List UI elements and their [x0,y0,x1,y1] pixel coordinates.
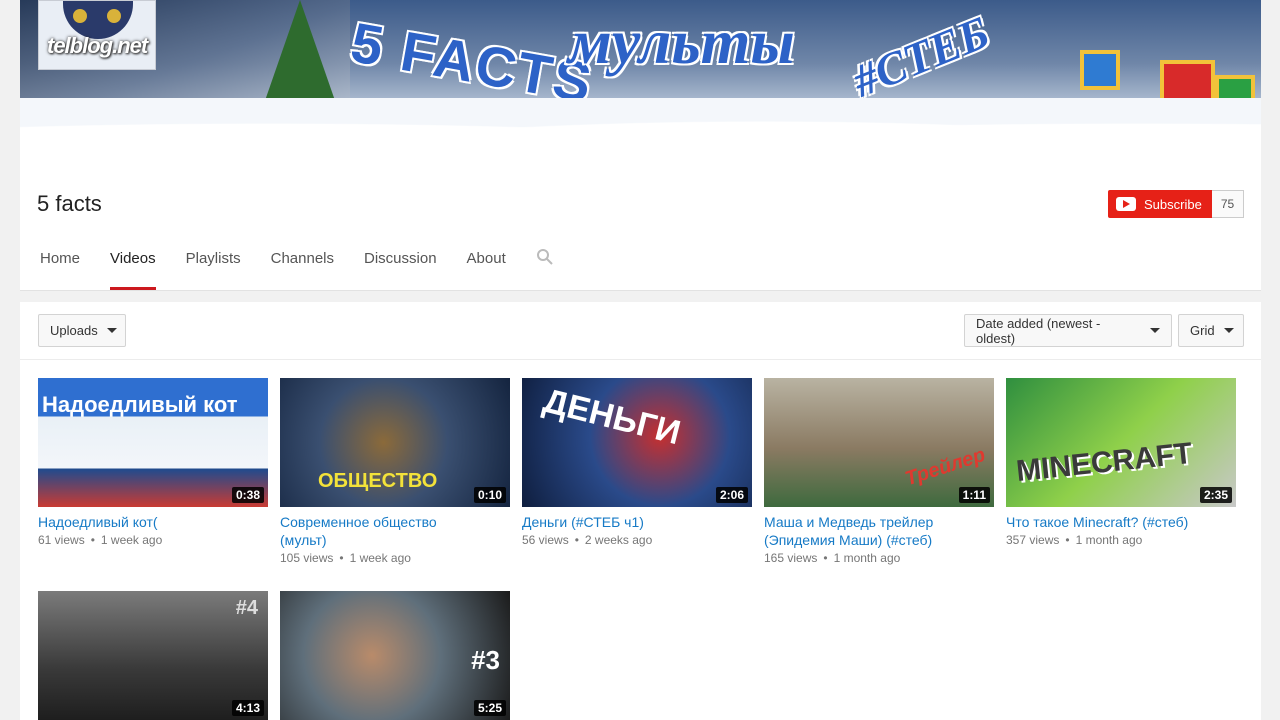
video-item[interactable]: #4 4:13 [38,591,268,720]
video-title[interactable]: Надоедливый кот( [38,513,268,531]
video-duration: 4:13 [231,700,264,716]
tab-about[interactable]: About [467,246,506,290]
video-title[interactable]: Деньги (#СТЕБ ч1) [522,513,752,531]
video-item[interactable]: Трейлер 1:11 Маша и Медведь трейлер (Эпид… [764,378,994,565]
banner-word-multy: мульты [568,6,795,77]
video-item[interactable]: Надоедливый кот 0:38 Надоедливый кот( 61… [38,378,268,547]
banner-word-steb: #СТЕБ [845,6,997,107]
thumbnail-caption: MINECRAFT [1014,436,1194,489]
video-duration: 5:25 [473,700,506,716]
thumbnail-caption: Надоедливый кот [42,392,238,417]
video-item[interactable]: ДЕНЬГИ 2:06 Деньги (#СТЕБ ч1) 56 views • 2… [522,378,752,547]
thumbnail-caption: ДЕНЬГИ [539,381,685,453]
video-meta: 56 views • 2 weeks ago [522,533,653,547]
video-item[interactable]: MINECRAFT 2:35 Что такое Minecraft? (#ст… [1006,378,1236,547]
tab-discussion[interactable]: Discussion [364,246,437,290]
video-meta: 61 views • 1 week ago [38,533,163,547]
video-title[interactable]: Маша и Медведь трейлер (Эпидемия Маши) (#… [764,513,994,549]
video-thumbnail[interactable]: Надоедливый кот 0:38 [38,378,268,507]
video-thumbnail[interactable]: Трейлер 1:11 [764,378,994,507]
video-thumbnail[interactable]: #3 5:25 [280,591,510,720]
subscribe-widget: Subscribe 75 [1108,190,1245,218]
gift-icon [1080,50,1120,90]
channel-tabs: Home Videos Playlists Channels Discussio… [20,246,564,290]
video-duration: 0:38 [231,487,264,503]
caret-down-icon [1150,328,1160,333]
channel-header: 5 facts Subscribe 75 Home Videos Playlis… [20,158,1261,291]
channel-title[interactable]: 5 facts [37,191,102,217]
caret-down-icon [106,328,117,333]
thumbnail-caption: #4 [235,597,258,619]
video-duration: 0:10 [473,487,506,503]
video-item[interactable]: #3 5:25 [280,591,510,720]
subscribe-button[interactable]: Subscribe [1108,190,1212,218]
view-label: Grid [1190,323,1215,338]
video-thumbnail[interactable]: #4 4:13 [38,591,268,720]
video-meta: 357 views • 1 month ago [1006,533,1143,547]
videos-toolbar: Uploads Date added (newest - oldest) Gri… [20,302,1261,360]
video-title[interactable]: Что такое Minecraft? (#стеб) [1006,513,1236,531]
tab-videos[interactable]: Videos [110,246,156,290]
search-icon[interactable] [536,246,554,290]
channel-banner: 5 FACTS мульты #СТЕБ telblog.net [20,0,1261,158]
view-dropdown[interactable]: Grid [1178,314,1244,347]
video-thumbnail[interactable]: ОБЩЕСТВО 0:10 [280,378,510,507]
tab-channels[interactable]: Channels [271,246,334,290]
video-duration: 1:11 [958,487,990,503]
video-meta: 105 views • 1 week ago [280,551,411,565]
video-title[interactable]: Современное общество (мульт) [280,513,510,549]
thumbnail-caption: #3 [471,645,500,675]
tab-home[interactable]: Home [40,246,80,290]
caret-down-icon [1223,328,1234,333]
subscribe-label: Subscribe [1144,196,1202,212]
video-duration: 2:06 [715,487,748,503]
banner-snow [20,98,1261,158]
video-thumbnail[interactable]: ДЕНЬГИ 2:06 [522,378,752,507]
uploads-label: Uploads [50,323,98,338]
channel-avatar[interactable]: telblog.net [38,0,156,70]
thumbnail-caption: Трейлер [902,443,989,491]
tab-playlists[interactable]: Playlists [186,246,241,290]
sort-label: Date added (newest - oldest) [976,315,1101,346]
subscriber-count: 75 [1211,190,1245,218]
video-duration: 2:35 [1199,487,1232,503]
youtube-play-icon [1116,197,1136,211]
sort-dropdown[interactable]: Date added (newest - oldest) [964,314,1172,347]
thumbnail-caption: ОБЩЕСТВО [318,470,438,492]
videos-panel: Uploads Date added (newest - oldest) Gri… [20,302,1261,720]
watermark-text: telblog.net [47,33,148,58]
video-item[interactable]: ОБЩЕСТВО 0:10 Современное общество (мульт… [280,378,510,565]
video-thumbnail[interactable]: MINECRAFT 2:35 [1006,378,1236,507]
uploads-dropdown[interactable]: Uploads [38,314,126,347]
video-meta: 165 views • 1 month ago [764,551,901,565]
